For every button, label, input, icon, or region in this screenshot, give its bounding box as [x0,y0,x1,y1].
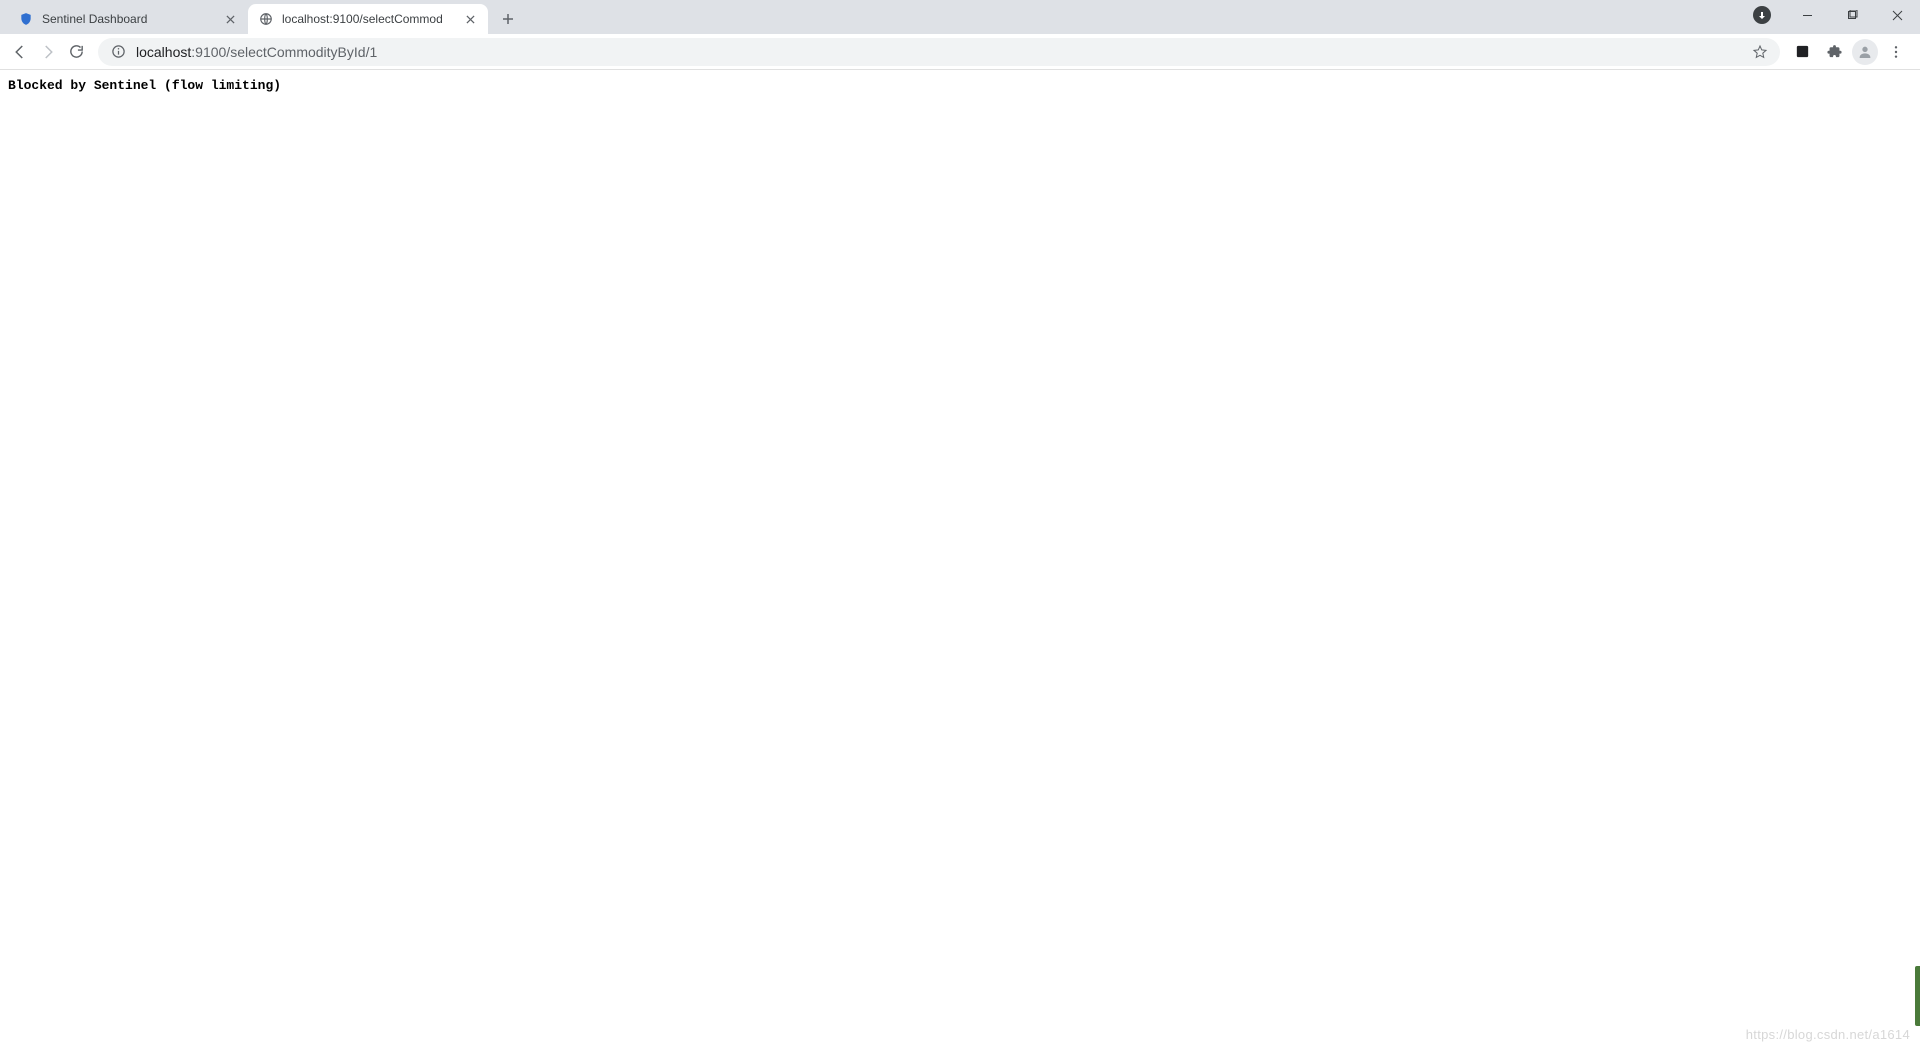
back-button[interactable] [6,38,34,66]
maximize-button[interactable] [1830,0,1875,30]
watermark-text: https://blog.csdn.net/a1614 [1746,1027,1910,1042]
tab-title: localhost:9100/selectCommod [282,12,462,26]
close-window-button[interactable] [1875,0,1920,30]
window-controls [1753,0,1920,30]
browser-toolbar: localhost:9100/selectCommodityById/1 [0,34,1920,70]
tab-sentinel-dashboard[interactable]: Sentinel Dashboard [8,4,248,34]
toolbar-right [1788,38,1914,66]
extensions-puzzle-icon[interactable] [1820,38,1848,66]
tab-localhost[interactable]: localhost:9100/selectCommod [248,4,488,34]
info-icon[interactable] [110,44,126,60]
globe-icon [258,11,274,27]
minimize-button[interactable] [1785,0,1830,30]
bookmark-star-icon[interactable] [1752,44,1768,60]
scroll-artifact [1915,966,1920,1026]
menu-icon[interactable] [1882,38,1910,66]
extension-icon[interactable] [1788,38,1816,66]
reload-button[interactable] [62,38,90,66]
close-icon[interactable] [462,11,478,27]
close-icon[interactable] [222,11,238,27]
tab-title: Sentinel Dashboard [42,12,222,26]
tab-strip: Sentinel Dashboard localhost:9100/select… [0,0,522,34]
browser-titlebar: Sentinel Dashboard localhost:9100/select… [0,0,1920,34]
update-available-icon[interactable] [1753,6,1771,24]
forward-button[interactable] [34,38,62,66]
response-text: Blocked by Sentinel (flow limiting) [8,78,1912,93]
page-content: Blocked by Sentinel (flow limiting) [0,70,1920,101]
shield-icon [18,11,34,27]
url-path: :9100/selectCommodityById/1 [191,44,377,60]
new-tab-button[interactable] [494,5,522,33]
address-bar[interactable]: localhost:9100/selectCommodityById/1 [98,38,1780,66]
url-text: localhost:9100/selectCommodityById/1 [136,44,1752,60]
url-host: localhost [136,44,191,60]
profile-avatar-icon[interactable] [1852,39,1878,65]
